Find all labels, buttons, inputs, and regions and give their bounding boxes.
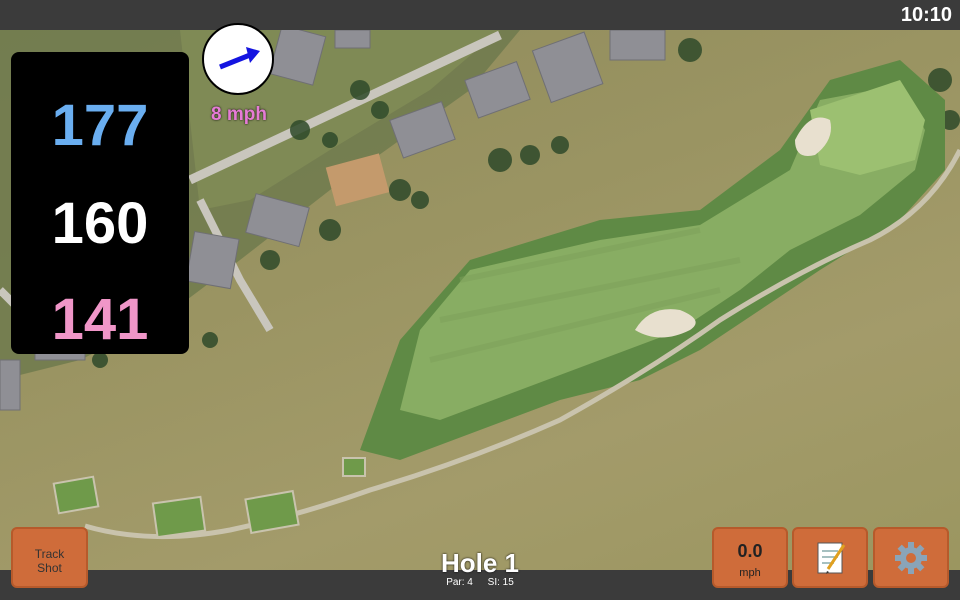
gear-icon [895,542,927,574]
wind-indicator [202,23,274,95]
status-bar: 10:10 [0,0,960,30]
track-shot-label-line2: Shot [37,561,62,575]
speed-unit: mph [739,567,761,579]
front-yardage: 141 [51,287,149,352]
hole-title: Hole 1 [440,548,520,578]
course-map[interactable]: 177 160 141 [0,30,960,570]
clock: 10:10 [900,4,952,26]
stroke-index-label: SI: 15 [487,577,514,588]
notes-button[interactable] [792,527,868,588]
settings-button[interactable] [873,527,949,588]
yardage-panel: 177 160 141 [11,52,189,354]
hole-meta: Par: 4 SI: 15 [380,577,580,588]
wind-arrow-icon [219,47,260,70]
speed-value: 0.0 [737,541,763,561]
notepad-icon [817,542,846,574]
middle-yardage: 160 [51,191,149,256]
par-label: Par: 4 [446,577,473,588]
track-shot-button[interactable]: Track Shot [11,527,88,588]
speed-button[interactable]: 0.0 mph [712,527,788,588]
back-yardage: 177 [51,93,149,158]
wind-speed-label: 8 mph [211,104,267,125]
track-shot-label-line1: Track [34,547,65,561]
